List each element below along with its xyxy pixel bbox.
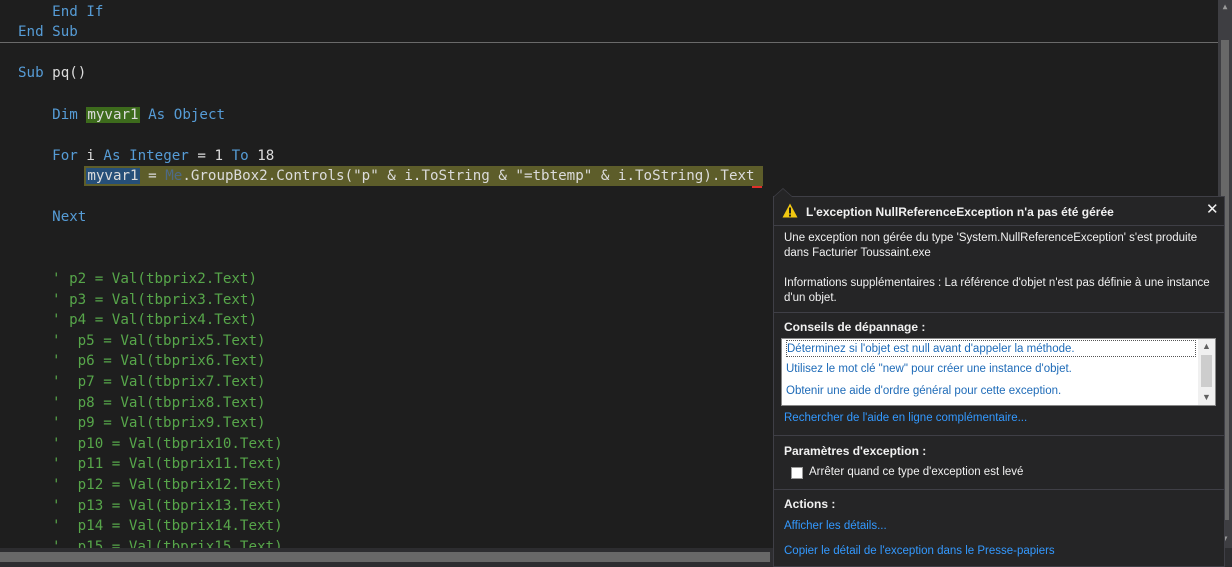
comment-line: ' p15 = Val(tbprix15.Text) — [52, 538, 283, 548]
code-line: Dim myvar1 As Object — [52, 107, 226, 123]
break-on-exception-checkbox[interactable] — [791, 467, 803, 479]
comment-line: ' p11 = Val(tbprix11.Text) — [52, 456, 283, 473]
highlighted-reference: myvar1 — [86, 168, 140, 184]
actions-heading: Actions : — [784, 497, 836, 511]
tips-scrollbar[interactable]: ▲ ▼ — [1198, 339, 1215, 405]
warning-triangle-icon — [782, 203, 798, 218]
tip-item[interactable]: Obtenir une aide d'ordre général pour ce… — [786, 383, 1196, 400]
additional-info: Informations supplémentaires : La référe… — [784, 277, 1210, 304]
exception-helper-popup: L'exception NullReferenceException n'a p… — [773, 188, 1225, 567]
current-code-line: myvar1 = Me.GroupBox2.Controls("p" & i.T… — [86, 168, 755, 184]
exception-message: Une exception non gérée du type 'System.… — [784, 232, 1198, 259]
exception-title: L'exception NullReferenceException n'a p… — [806, 205, 1114, 219]
error-squiggle — [752, 186, 762, 188]
code-line: Next — [52, 209, 87, 225]
comment-line: ' p6 = Val(tbprix6.Text) — [52, 353, 266, 370]
comment-line: ' p8 = Val(tbprix8.Text) — [52, 394, 266, 411]
comment-line: ' p9 = Val(tbprix9.Text) — [52, 415, 266, 432]
divider — [774, 435, 1224, 436]
code-line: End Sub — [18, 24, 78, 40]
comment-line: ' p10 = Val(tbprix10.Text) — [52, 435, 283, 452]
comment-line: ' p14 = Val(tbprix14.Text) — [52, 518, 283, 535]
divider — [774, 225, 1224, 226]
code-line: Sub pq() — [18, 65, 87, 81]
highlighted-definition: myvar1 — [86, 107, 140, 123]
checkbox-label: Arrêter quand ce type d'exception est le… — [809, 466, 1024, 478]
tips-heading: Conseils de dépannage : — [784, 320, 926, 334]
tip-item[interactable]: Déterminez si l'objet est null avant d'a… — [786, 340, 1196, 357]
settings-heading: Paramètres d'exception : — [784, 444, 927, 458]
comment-line: ' p2 = Val(tbprix2.Text) — [52, 271, 257, 287]
code-line: End If — [52, 4, 104, 20]
comment-line: ' p3 = Val(tbprix3.Text) — [52, 291, 257, 308]
online-help-link[interactable]: Rechercher de l'aide en ligne complément… — [784, 411, 1218, 426]
comment-line: ' p13 = Val(tbprix13.Text) — [52, 497, 283, 514]
code-line: For i As Integer = 1 To 18 — [52, 148, 275, 164]
scroll-thumb[interactable] — [0, 552, 770, 562]
comment-line: ' p4 = Val(tbprix4.Text) — [52, 312, 257, 329]
divider — [774, 489, 1224, 490]
method-separator — [0, 42, 1218, 43]
divider — [774, 312, 1224, 313]
copy-details-link[interactable]: Copier le détail de l'exception dans le … — [784, 544, 1218, 559]
scroll-down-icon[interactable]: ▼ — [1201, 392, 1212, 403]
scroll-up-icon[interactable]: ▲ — [1201, 341, 1212, 352]
tip-item[interactable]: Utilisez le mot clé "new" pour créer une… — [786, 361, 1196, 378]
comment-line: ' p5 = Val(tbprix5.Text) — [52, 332, 266, 349]
view-details-link[interactable]: Afficher les détails... — [784, 519, 1218, 534]
comment-line: ' p12 = Val(tbprix12.Text) — [52, 477, 283, 493]
close-icon[interactable]: ✕ — [1206, 202, 1219, 218]
scroll-thumb[interactable] — [1201, 355, 1212, 387]
troubleshooting-tips-list[interactable]: Déterminez si l'objet est null avant d'a… — [781, 338, 1216, 406]
comment-line: ' p7 = Val(tbprix7.Text) — [52, 374, 266, 390]
scroll-up-icon[interactable]: ▲ — [1221, 2, 1229, 12]
